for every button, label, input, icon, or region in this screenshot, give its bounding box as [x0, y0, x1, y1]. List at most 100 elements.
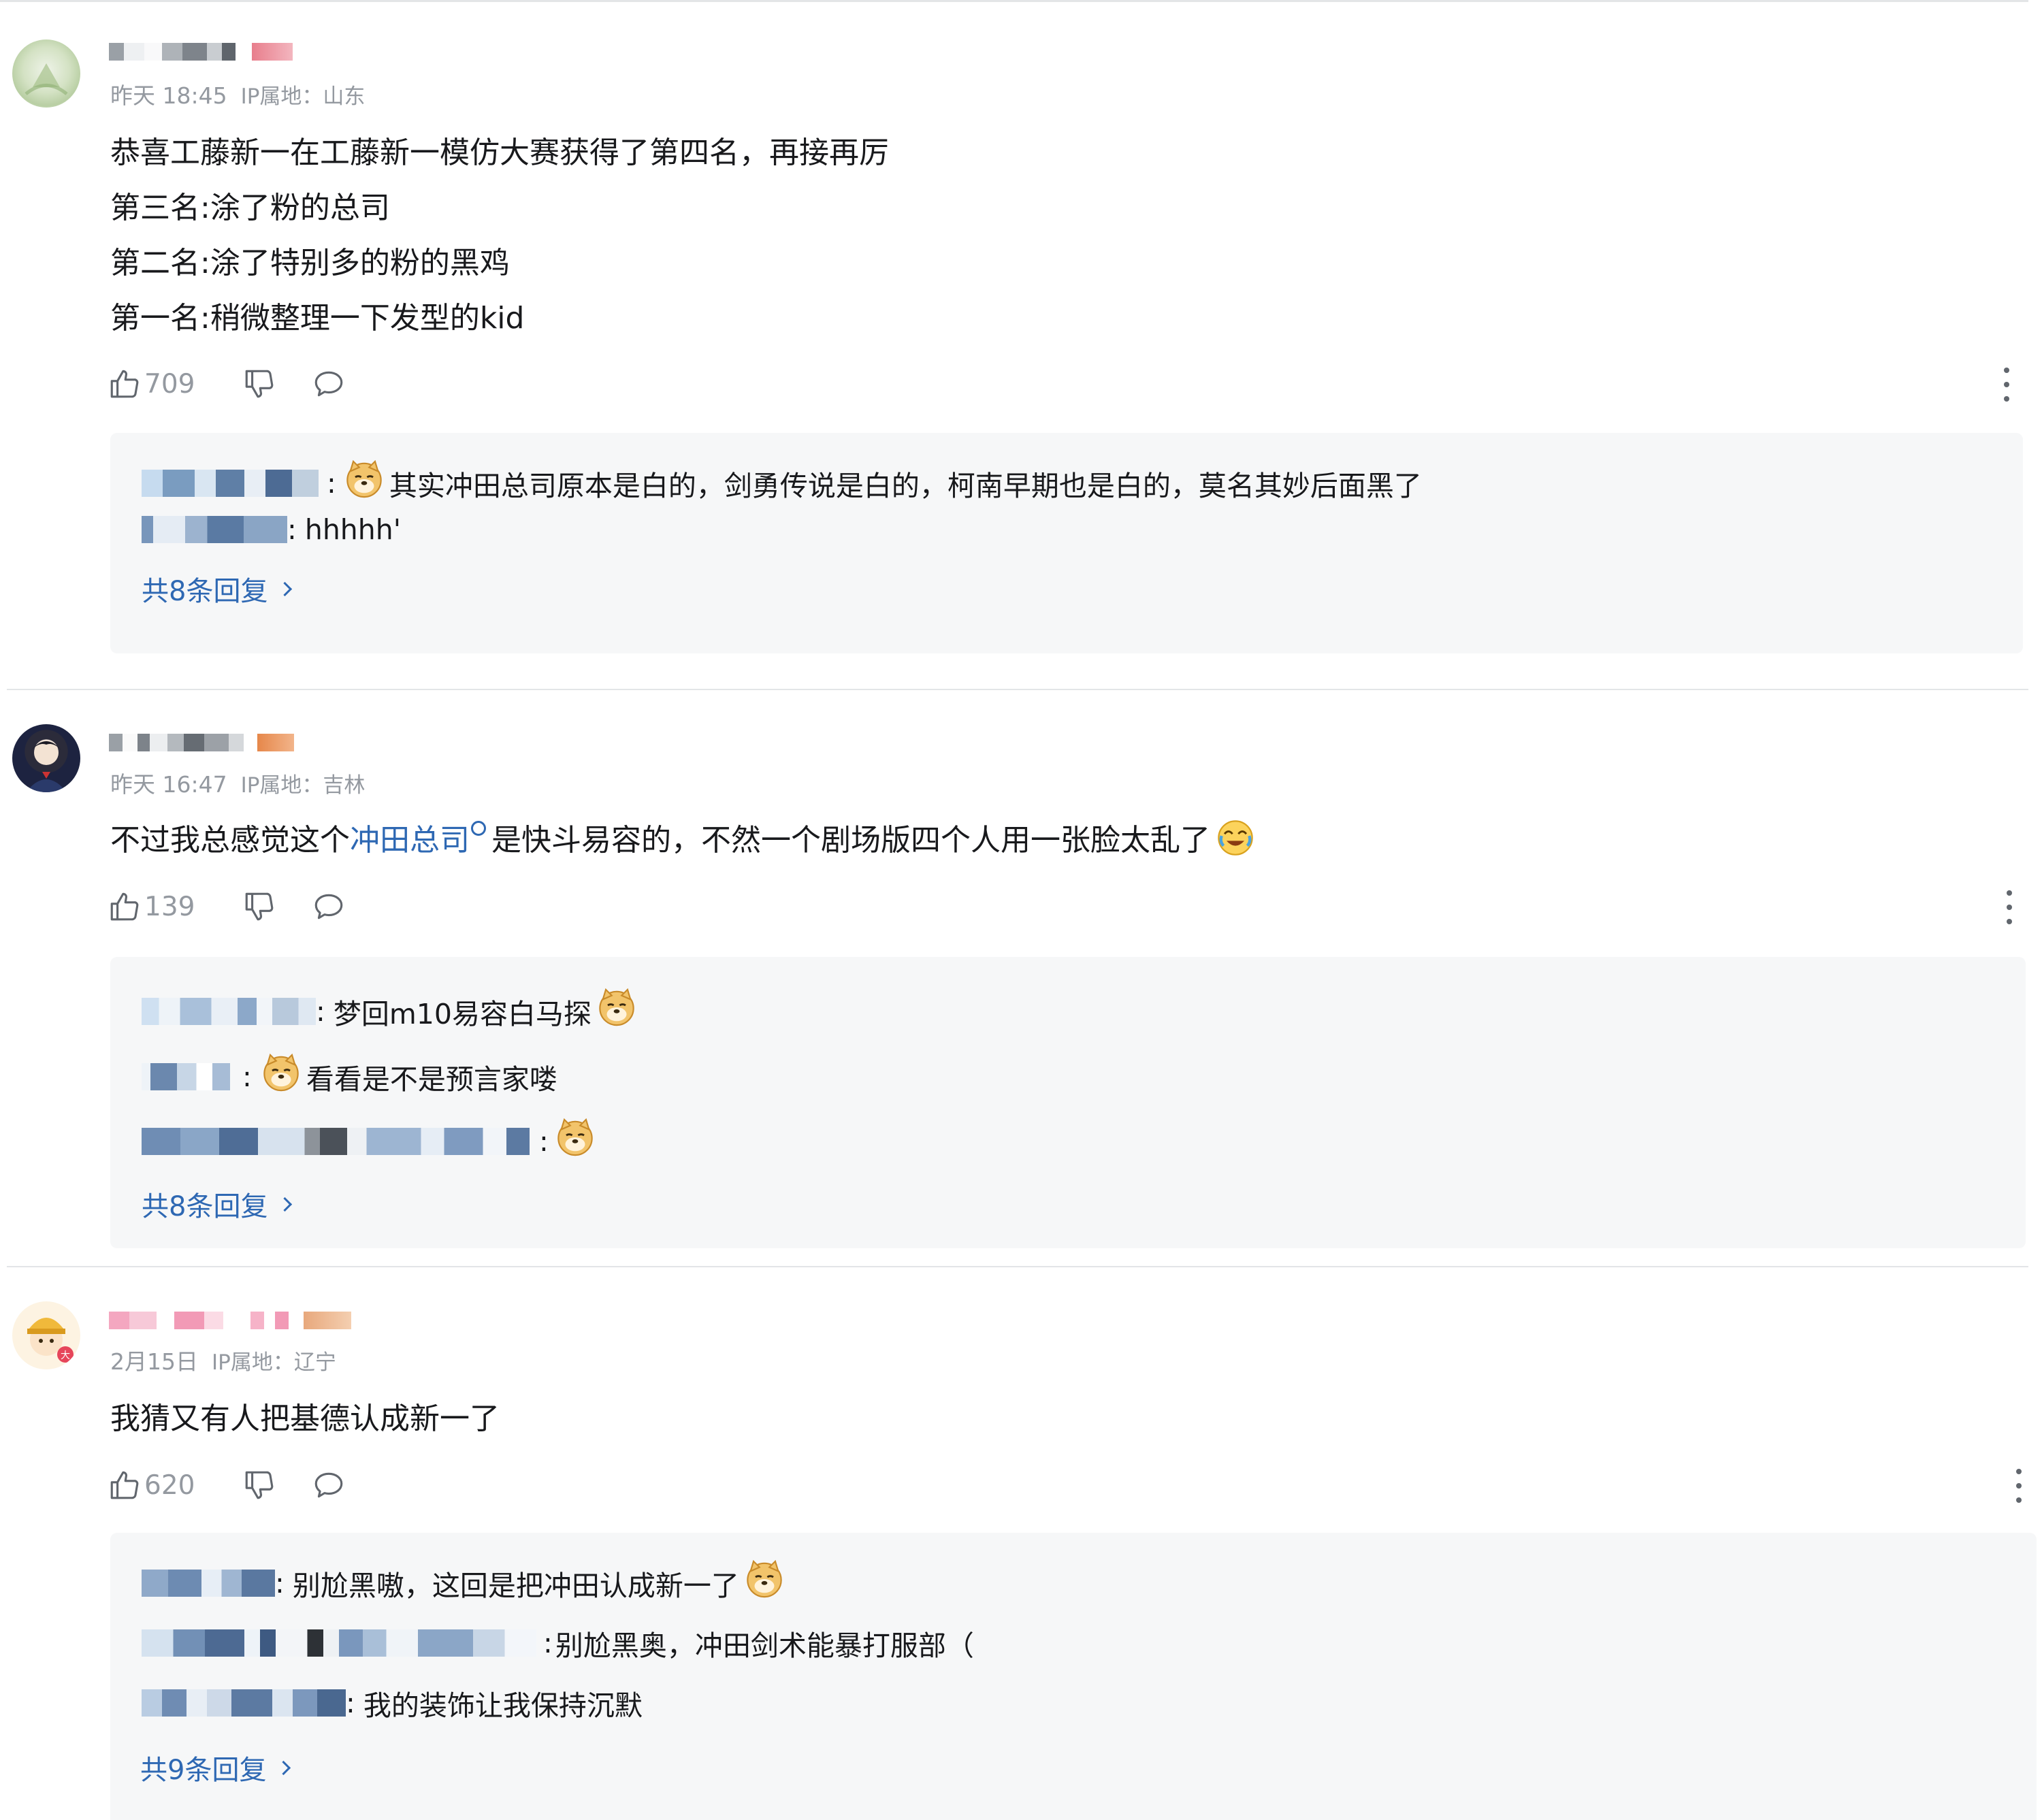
- doge-emoji-icon: [261, 1053, 301, 1092]
- reply-separator: :: [316, 995, 325, 1028]
- reply-separator: :: [242, 1060, 252, 1093]
- thumbs-up-icon: [108, 1468, 142, 1502]
- reply-username-redacted[interactable]: [142, 516, 287, 543]
- comment-text: 是快斗易容的，不然一个剧场版四个人用一张脸太乱了: [491, 823, 1210, 858]
- like-button[interactable]: 139: [108, 890, 195, 924]
- thumbs-down-icon: [242, 890, 276, 924]
- reply-separator: :: [346, 1687, 355, 1719]
- ip-location: IP属地：吉林: [240, 773, 366, 798]
- dislike-button[interactable]: [242, 890, 276, 924]
- dislike-button[interactable]: [242, 367, 276, 401]
- comment-line: 第二名:涂了特别多的粉的黑鸡: [110, 246, 510, 280]
- thumbs-down-icon: [242, 367, 276, 401]
- more-options-button[interactable]: [2005, 890, 2013, 924]
- reply-item[interactable]: : 梦回m10易容白马探: [142, 991, 636, 1032]
- username-redacted[interactable]: [109, 38, 293, 65]
- comment-time: 2月15日: [110, 1348, 198, 1375]
- reply-item[interactable]: : hhhhh': [142, 513, 401, 546]
- ip-location: IP属地：山东: [240, 84, 366, 109]
- comment-meta: 2月15日 IP属地：辽宁: [110, 1344, 336, 1376]
- reply-username-redacted[interactable]: [142, 1570, 275, 1597]
- speech-bubble-icon: [312, 367, 346, 401]
- dot: [2007, 905, 2012, 910]
- like-button[interactable]: 709: [108, 367, 195, 401]
- comment-actions: 139: [108, 886, 373, 927]
- comment-divider: [7, 1266, 2028, 1267]
- reply-separator: :: [287, 513, 297, 546]
- comment-line: 我猜又有人把基德认成新一了: [110, 1401, 500, 1436]
- comment-meta: 昨天 18:45 IP属地：山东: [110, 78, 365, 110]
- view-all-replies-link[interactable]: 共8条回复: [142, 569, 293, 608]
- view-all-label: 共8条回复: [142, 576, 268, 607]
- reply-item[interactable]: : 别尬黑嗷，这回是把冲田认成新一了: [142, 1563, 784, 1604]
- view-all-replies-link[interactable]: 共9条回复: [140, 1748, 291, 1787]
- reply-separator: :: [327, 467, 336, 500]
- reply-username-redacted[interactable]: [142, 998, 316, 1025]
- view-all-label: 共8条回复: [142, 1191, 268, 1222]
- username-redacted[interactable]: [109, 1307, 351, 1334]
- like-button[interactable]: 620: [108, 1468, 195, 1502]
- chevron-right-icon: [278, 1197, 293, 1212]
- crying-laugh-emoji-icon: [1216, 818, 1255, 858]
- more-options-button[interactable]: [2003, 368, 2011, 402]
- ip-location: IP属地：辽宁: [212, 1350, 336, 1375]
- reply-text: 看看是不是预言家喽: [306, 1063, 557, 1096]
- thumbs-down-icon: [242, 1468, 276, 1502]
- avatar[interactable]: [12, 724, 80, 792]
- reply-username-redacted[interactable]: [142, 1689, 346, 1717]
- reply-preview-box: : 别尬黑嗷，这回是把冲田认成新一了 : 别尬黑奥，冲田剑术能暴打服部（ : 我…: [110, 1533, 2037, 1820]
- search-keyword-link[interactable]: 冲田总司: [350, 813, 470, 868]
- comment-line: 第三名:涂了粉的总司: [110, 191, 390, 225]
- more-options-button[interactable]: [2015, 1469, 2023, 1503]
- reply-item[interactable]: : 我的装饰让我保持沉默: [142, 1683, 643, 1723]
- reply-button[interactable]: [312, 367, 346, 401]
- comment-content: 恭喜工藤新一在工藤新一模仿大赛获得了第四名，再接再厉 第三名:涂了粉的总司 第二…: [110, 125, 889, 346]
- comment-divider: [7, 689, 2028, 690]
- comment-actions: 709: [108, 363, 373, 404]
- reply-button[interactable]: [312, 890, 346, 924]
- reply-separator: :: [543, 1627, 553, 1659]
- comment-time: 昨天 16:47: [110, 771, 227, 798]
- dot: [2004, 396, 2009, 402]
- view-all-label: 共9条回复: [140, 1755, 267, 1786]
- doge-emoji-icon: [344, 459, 384, 499]
- reply-text: 梦回m10易容白马探: [333, 998, 591, 1030]
- reply-text: 其实冲田总司原本是白的，剑勇传说是白的，柯南早期也是白的，莫名其妙后面黑了: [389, 470, 1422, 502]
- reply-item[interactable]: : 看看是不是预言家喽: [142, 1056, 557, 1097]
- doge-emoji-icon: [597, 988, 636, 1027]
- reply-text: 别尬黑奥，冲田剑术能暴打服部（: [555, 1629, 974, 1662]
- like-count: 709: [144, 368, 195, 400]
- comment-actions: 620: [108, 1465, 373, 1506]
- reply-button[interactable]: [312, 1468, 346, 1502]
- reply-item[interactable]: :: [142, 1122, 595, 1161]
- avatar[interactable]: [12, 39, 80, 108]
- doge-emoji-icon: [745, 1559, 784, 1599]
- dot: [2016, 1483, 2022, 1489]
- reply-preview-box: : 梦回m10易容白马探 : 看看是不是预言家喽 : 共8条回复: [110, 957, 2026, 1248]
- dot: [2007, 890, 2012, 896]
- comment-content: 不过我总感觉这个 冲田总司 是快斗易容的，不然一个剧场版四个人用一张脸太乱了: [110, 813, 1255, 868]
- comment-content: 我猜又有人把基德认成新一了: [110, 1391, 500, 1446]
- dot: [2004, 382, 2009, 387]
- chevron-right-icon: [278, 581, 293, 596]
- reply-separator: :: [275, 1567, 285, 1599]
- reply-username-redacted[interactable]: [142, 470, 319, 497]
- reply-username-redacted[interactable]: [142, 1063, 230, 1090]
- reply-username-redacted[interactable]: [142, 1128, 530, 1155]
- chevron-right-icon: [276, 1760, 291, 1775]
- dot: [2016, 1497, 2022, 1503]
- reply-item[interactable]: : 其实冲田总司原本是白的，剑勇传说是白的，柯南早期也是白的，莫名其妙后面黑了: [142, 463, 1422, 504]
- username-redacted[interactable]: [109, 729, 294, 756]
- comment-time: 昨天 18:45: [110, 82, 227, 109]
- reply-item[interactable]: : 别尬黑奥，冲田剑术能暴打服部（: [142, 1623, 974, 1663]
- view-all-replies-link[interactable]: 共8条回复: [142, 1184, 293, 1224]
- reply-username-redacted[interactable]: [142, 1629, 536, 1657]
- search-icon: [471, 820, 486, 836]
- dot: [2016, 1469, 2022, 1474]
- thumbs-up-icon: [108, 367, 142, 401]
- top-divider: [0, 0, 2028, 2]
- dislike-button[interactable]: [242, 1468, 276, 1502]
- avatar[interactable]: 大: [12, 1301, 80, 1369]
- reply-separator: :: [539, 1125, 549, 1158]
- svg-text:大: 大: [61, 1350, 70, 1361]
